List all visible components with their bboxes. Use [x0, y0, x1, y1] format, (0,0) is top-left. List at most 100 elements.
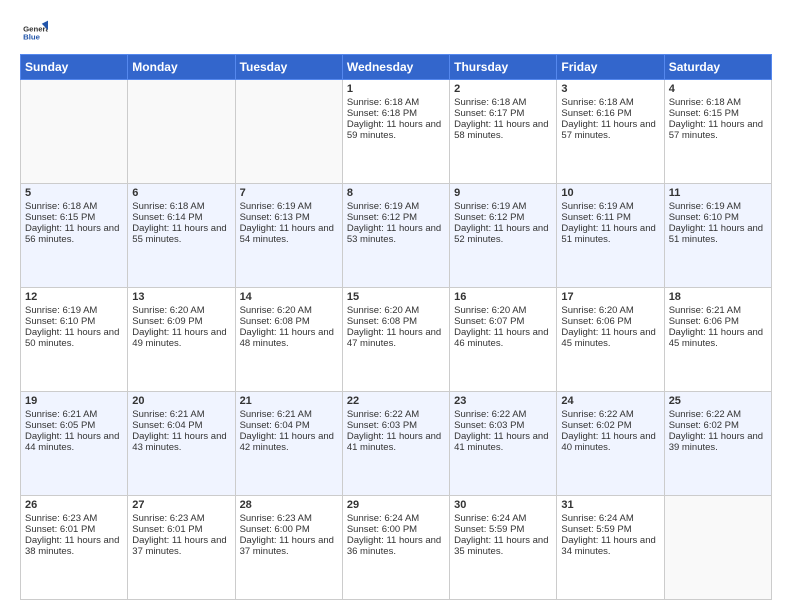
- day-info: Daylight: 11 hours and 34 minutes.: [561, 535, 659, 557]
- day-number: 31: [561, 499, 659, 511]
- calendar-cell: 19Sunrise: 6:21 AMSunset: 6:05 PMDayligh…: [21, 392, 128, 496]
- week-row-3: 12Sunrise: 6:19 AMSunset: 6:10 PMDayligh…: [21, 288, 772, 392]
- day-info: Daylight: 11 hours and 48 minutes.: [240, 327, 338, 349]
- day-number: 16: [454, 291, 552, 303]
- day-number: 5: [25, 187, 123, 199]
- day-info: Sunset: 6:16 PM: [561, 108, 659, 119]
- calendar-cell: 3Sunrise: 6:18 AMSunset: 6:16 PMDaylight…: [557, 80, 664, 184]
- day-number: 11: [669, 187, 767, 199]
- day-info: Sunset: 6:04 PM: [132, 420, 230, 431]
- calendar-cell: [664, 496, 771, 600]
- day-info: Sunset: 6:05 PM: [25, 420, 123, 431]
- weekday-header-sunday: Sunday: [21, 55, 128, 80]
- day-info: Sunrise: 6:18 AM: [669, 97, 767, 108]
- svg-text:Blue: Blue: [23, 32, 41, 41]
- weekday-header-wednesday: Wednesday: [342, 55, 449, 80]
- day-info: Sunrise: 6:23 AM: [240, 513, 338, 524]
- calendar-cell: [128, 80, 235, 184]
- day-info: Daylight: 11 hours and 45 minutes.: [669, 327, 767, 349]
- day-info: Sunrise: 6:18 AM: [132, 201, 230, 212]
- day-info: Daylight: 11 hours and 39 minutes.: [669, 431, 767, 453]
- day-info: Sunset: 6:01 PM: [132, 524, 230, 535]
- day-info: Daylight: 11 hours and 41 minutes.: [454, 431, 552, 453]
- day-info: Sunrise: 6:20 AM: [240, 305, 338, 316]
- day-number: 13: [132, 291, 230, 303]
- day-info: Daylight: 11 hours and 56 minutes.: [25, 223, 123, 245]
- day-number: 27: [132, 499, 230, 511]
- calendar-cell: 10Sunrise: 6:19 AMSunset: 6:11 PMDayligh…: [557, 184, 664, 288]
- day-info: Sunset: 6:06 PM: [561, 316, 659, 327]
- day-number: 9: [454, 187, 552, 199]
- day-info: Sunrise: 6:21 AM: [240, 409, 338, 420]
- calendar-cell: 1Sunrise: 6:18 AMSunset: 6:18 PMDaylight…: [342, 80, 449, 184]
- day-number: 15: [347, 291, 445, 303]
- day-info: Sunset: 6:13 PM: [240, 212, 338, 223]
- weekday-header-thursday: Thursday: [450, 55, 557, 80]
- day-info: Daylight: 11 hours and 57 minutes.: [669, 119, 767, 141]
- day-info: Daylight: 11 hours and 51 minutes.: [561, 223, 659, 245]
- day-info: Sunset: 6:18 PM: [347, 108, 445, 119]
- day-number: 21: [240, 395, 338, 407]
- day-info: Sunset: 6:03 PM: [347, 420, 445, 431]
- day-number: 26: [25, 499, 123, 511]
- day-info: Daylight: 11 hours and 42 minutes.: [240, 431, 338, 453]
- day-info: Daylight: 11 hours and 47 minutes.: [347, 327, 445, 349]
- day-info: Daylight: 11 hours and 46 minutes.: [454, 327, 552, 349]
- day-number: 17: [561, 291, 659, 303]
- day-info: Sunset: 6:00 PM: [347, 524, 445, 535]
- day-info: Sunrise: 6:22 AM: [347, 409, 445, 420]
- day-number: 1: [347, 83, 445, 95]
- day-number: 20: [132, 395, 230, 407]
- day-info: Daylight: 11 hours and 40 minutes.: [561, 431, 659, 453]
- day-info: Sunset: 6:08 PM: [240, 316, 338, 327]
- day-info: Sunset: 6:15 PM: [25, 212, 123, 223]
- calendar-cell: 30Sunrise: 6:24 AMSunset: 5:59 PMDayligh…: [450, 496, 557, 600]
- calendar-cell: 11Sunrise: 6:19 AMSunset: 6:10 PMDayligh…: [664, 184, 771, 288]
- day-info: Sunset: 6:03 PM: [454, 420, 552, 431]
- day-info: Sunrise: 6:18 AM: [347, 97, 445, 108]
- day-info: Daylight: 11 hours and 52 minutes.: [454, 223, 552, 245]
- week-row-5: 26Sunrise: 6:23 AMSunset: 6:01 PMDayligh…: [21, 496, 772, 600]
- day-info: Daylight: 11 hours and 37 minutes.: [240, 535, 338, 557]
- day-info: Sunset: 6:10 PM: [25, 316, 123, 327]
- week-row-1: 1Sunrise: 6:18 AMSunset: 6:18 PMDaylight…: [21, 80, 772, 184]
- day-number: 14: [240, 291, 338, 303]
- day-info: Sunset: 6:07 PM: [454, 316, 552, 327]
- day-number: 23: [454, 395, 552, 407]
- calendar-cell: 14 Sunrise: 6:20 AMSunset: 6:08 PMDayligh…: [235, 288, 342, 392]
- day-info: Sunrise: 6:18 AM: [25, 201, 123, 212]
- day-info: Sunset: 6:04 PM: [240, 420, 338, 431]
- day-info: Daylight: 11 hours and 35 minutes.: [454, 535, 552, 557]
- calendar-cell: 18Sunrise: 6:21 AMSunset: 6:06 PMDayligh…: [664, 288, 771, 392]
- calendar-cell: 23Sunrise: 6:22 AMSunset: 6:03 PMDayligh…: [450, 392, 557, 496]
- day-number: 4: [669, 83, 767, 95]
- calendar-cell: 17Sunrise: 6:20 AMSunset: 6:06 PMDayligh…: [557, 288, 664, 392]
- day-info: Daylight: 11 hours and 54 minutes.: [240, 223, 338, 245]
- day-info: Sunrise: 6:24 AM: [561, 513, 659, 524]
- day-number: 22: [347, 395, 445, 407]
- header: General Blue: [20, 16, 772, 44]
- logo-icon: General Blue: [20, 16, 48, 44]
- calendar-cell: [21, 80, 128, 184]
- week-row-2: 5Sunrise: 6:18 AMSunset: 6:15 PMDaylight…: [21, 184, 772, 288]
- day-info: Sunrise: 6:23 AM: [132, 513, 230, 524]
- calendar-cell: 27Sunrise: 6:23 AMSunset: 6:01 PMDayligh…: [128, 496, 235, 600]
- day-info: Sunrise: 6:20 AM: [454, 305, 552, 316]
- calendar-cell: 15Sunrise: 6:20 AMSunset: 6:08 PMDayligh…: [342, 288, 449, 392]
- day-info: Daylight: 11 hours and 36 minutes.: [347, 535, 445, 557]
- day-info: Sunset: 6:14 PM: [132, 212, 230, 223]
- day-info: Sunrise: 6:18 AM: [454, 97, 552, 108]
- day-number: 8: [347, 187, 445, 199]
- day-number: 6: [132, 187, 230, 199]
- day-number: 12: [25, 291, 123, 303]
- calendar-cell: 20Sunrise: 6:21 AMSunset: 6:04 PMDayligh…: [128, 392, 235, 496]
- calendar-cell: 16 Sunrise: 6:20 AMSunset: 6:07 PMDayligh…: [450, 288, 557, 392]
- day-info: Sunrise: 6:19 AM: [240, 201, 338, 212]
- day-info: Daylight: 11 hours and 49 minutes.: [132, 327, 230, 349]
- day-info: Daylight: 11 hours and 44 minutes.: [25, 431, 123, 453]
- day-info: Sunrise: 6:20 AM: [347, 305, 445, 316]
- day-number: 19: [25, 395, 123, 407]
- day-number: 2: [454, 83, 552, 95]
- calendar-cell: 9Sunrise: 6:19 AMSunset: 6:12 PMDaylight…: [450, 184, 557, 288]
- day-number: 24: [561, 395, 659, 407]
